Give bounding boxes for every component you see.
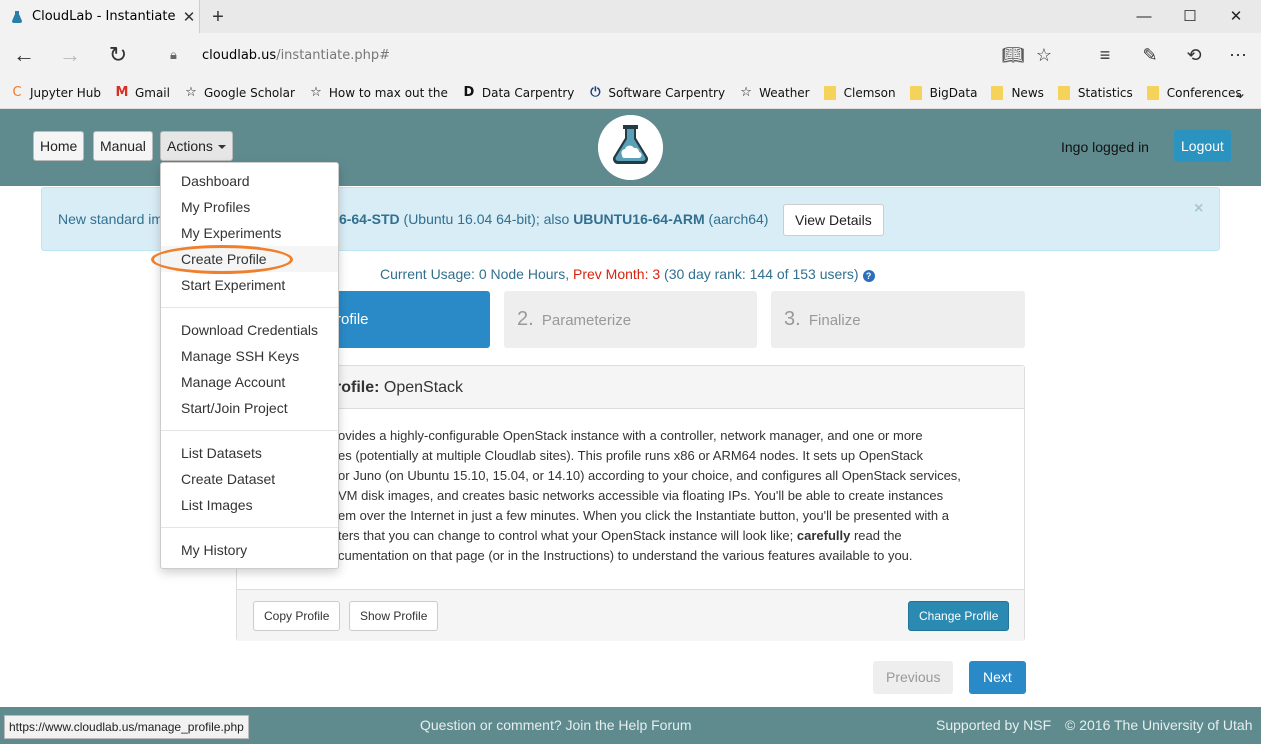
highlight-circle-annotation [151, 245, 293, 274]
status-bar-url: https://www.cloudlab.us/manage_profile.p… [4, 715, 249, 739]
menu-item-download-credentials[interactable]: Download Credentials [161, 317, 338, 343]
url-path: /instantiate.php# [276, 47, 391, 63]
hub-icon[interactable]: ≡ [1089, 39, 1121, 71]
url-field[interactable]: 🔒︎ cloudlab.us/instantiate.php# [170, 43, 390, 67]
menu-divider [161, 527, 338, 528]
menu-divider [161, 430, 338, 431]
folder-icon [1057, 85, 1070, 100]
logged-in-text: Ingo logged in [1061, 139, 1149, 155]
jupyter-icon: C [12, 85, 22, 100]
new-tab-icon[interactable]: + [205, 4, 231, 30]
minimize-icon[interactable]: — [1121, 0, 1167, 33]
fav-item[interactable]: ☆ Weather [739, 85, 809, 100]
help-question-icon[interactable]: ? [862, 270, 875, 282]
fav-item[interactable]: ⏻ Software Carpentry [588, 85, 725, 100]
change-profile-button[interactable]: Change Profile [908, 601, 1010, 631]
menu-divider [161, 307, 338, 308]
favorite-star-icon[interactable]: ☆ [1028, 39, 1060, 71]
cloudlab-logo-icon[interactable] [598, 115, 663, 180]
maximize-icon[interactable]: ☐ [1167, 0, 1213, 33]
folder-icon [1146, 85, 1159, 100]
fav-folder[interactable]: BigData [909, 85, 977, 100]
forward-arrow-icon[interactable]: → [54, 39, 86, 71]
menu-item-my-experiments[interactable]: My Experiments [161, 220, 338, 246]
menu-item-list-datasets[interactable]: List Datasets [161, 440, 338, 466]
menu-item-create-dataset[interactable]: Create Dataset [161, 466, 338, 492]
profile-description: ovides a highly-configurable OpenStack i… [338, 428, 961, 563]
copyright-text: © 2016 The University of Utah [1065, 717, 1253, 733]
more-options-icon[interactable]: ⋯ [1222, 39, 1254, 71]
home-button[interactable]: Home [33, 131, 85, 161]
previous-button[interactable]: Previous [873, 661, 954, 694]
menu-item-start-experiment[interactable]: Start Experiment [161, 272, 338, 298]
panel-heading: rofile: OpenStack [237, 366, 1024, 409]
fav-item[interactable]: M Gmail [115, 85, 169, 100]
menu-item-my-history[interactable]: My History [161, 537, 338, 563]
fav-folder[interactable]: Statistics [1057, 85, 1133, 100]
panel-footer: Copy Profile Show Profile Change Profile [237, 589, 1024, 641]
help-forum-link[interactable]: Question or comment? Join the Help Forum [420, 717, 692, 733]
fav-item[interactable]: D Data Carpentry [462, 85, 574, 100]
view-details-button[interactable]: View Details [783, 204, 884, 236]
chevron-down-icon[interactable]: ⌄ [1234, 83, 1247, 102]
copy-profile-button[interactable]: Copy Profile [253, 601, 341, 631]
data-carpentry-icon: D [463, 85, 475, 100]
actions-label: Actions [167, 138, 213, 154]
fav-item[interactable]: C Jupyter Hub [10, 85, 101, 100]
show-profile-button[interactable]: Show Profile [349, 601, 439, 631]
logout-button[interactable]: Logout [1174, 130, 1231, 162]
menu-item-dashboard[interactable]: Dashboard [161, 168, 338, 194]
fav-item[interactable]: ☆ How to max out the [309, 85, 448, 100]
software-carpentry-icon: ⏻ [590, 85, 601, 100]
refresh-icon[interactable]: ↻ [102, 39, 134, 71]
folder-icon [909, 85, 922, 100]
menu-item-list-images[interactable]: List Images [161, 492, 338, 518]
favorites-bar: C Jupyter Hub M Gmail ☆ Google Scholar ☆ How… [0, 77, 1261, 109]
menu-item-manage-ssh-keys[interactable]: Manage SSH Keys [161, 343, 338, 369]
star-icon: ☆ [740, 85, 752, 100]
menu-item-manage-account[interactable]: Manage Account [161, 369, 338, 395]
browser-addressbar: ← → ↻ 🔒︎ cloudlab.us/instantiate.php# 📖︎… [0, 33, 1261, 77]
menu-item-start-join-project[interactable]: Start/Join Project [161, 395, 338, 421]
usage-info: Current Usage: 0 Node Hours, Prev Month:… [380, 266, 875, 282]
close-alert-icon[interactable]: × [1194, 200, 1203, 218]
back-arrow-icon[interactable]: ← [8, 39, 40, 71]
fav-folder[interactable]: Clemson [823, 85, 896, 100]
actions-dropdown-menu: Dashboard My Profiles My Experiments Cre… [160, 162, 339, 569]
close-tab-icon[interactable]: ✕ [179, 8, 199, 26]
web-note-icon[interactable]: ✎ [1134, 39, 1166, 71]
reading-view-icon[interactable]: 📖︎ [997, 39, 1029, 71]
fav-item[interactable]: ☆ Google Scholar [184, 85, 295, 100]
folder-icon [991, 85, 1004, 100]
profile-panel: rofile: OpenStack ovides a highly-config… [236, 365, 1025, 641]
tab-title: CloudLab - Instantiate a [32, 9, 179, 24]
manual-button[interactable]: Manual [93, 131, 153, 161]
star-icon: ☆ [310, 85, 322, 100]
fav-folder[interactable]: Conferences [1146, 85, 1242, 100]
actions-button[interactable]: Actions [160, 131, 233, 161]
nsf-text: Supported by NSF [936, 717, 1052, 733]
url-host: cloudlab.us [202, 47, 277, 63]
cloudlab-favicon-icon [12, 10, 22, 23]
next-button[interactable]: Next [969, 661, 1026, 694]
page-content: Home Manual Actions Ingo logged in Logou… [0, 109, 1261, 744]
gmail-icon: M [115, 85, 129, 100]
step-parameterize: 2. Parameterize [504, 291, 757, 348]
lock-icon: 🔒︎ [170, 47, 177, 63]
folder-icon [823, 85, 836, 100]
caret-down-icon [217, 145, 226, 150]
step-finalize: 3. Finalize [771, 291, 1025, 348]
share-icon[interactable]: ⟲ [1178, 39, 1210, 71]
browser-titlebar: CloudLab - Instantiate a ✕ + — ☐ ✕ [0, 0, 1261, 33]
close-window-icon[interactable]: ✕ [1213, 0, 1259, 33]
fav-folder[interactable]: News [991, 85, 1044, 100]
browser-tab[interactable]: CloudLab - Instantiate a ✕ [0, 0, 200, 33]
menu-item-my-profiles[interactable]: My Profiles [161, 194, 338, 220]
star-icon: ☆ [185, 85, 197, 100]
